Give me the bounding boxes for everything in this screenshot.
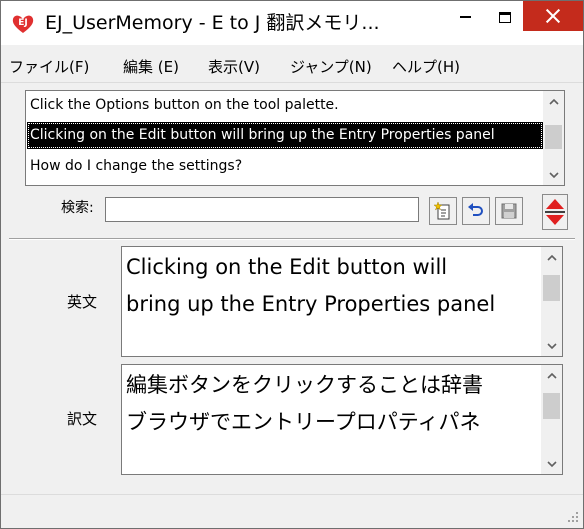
target-text-pane[interactable]: 編集ボタンをクリックすることは辞書 ブラウザでエントリープロパティパネ <box>121 364 563 475</box>
menu-jump[interactable]: ジャンプ(N) <box>290 57 372 77</box>
up-down-arrows-icon[interactable] <box>542 194 568 230</box>
source-text[interactable]: Clicking on the Edit button will bring u… <box>126 249 540 323</box>
ej-app-icon: EJ <box>12 15 34 33</box>
status-bar <box>1 494 583 528</box>
list-scrollbar[interactable] <box>543 91 564 185</box>
close-icon <box>546 9 560 23</box>
chevron-up-icon <box>546 254 557 261</box>
list-item-selected[interactable]: Clicking on the Edit button will bring u… <box>27 122 543 149</box>
scroll-up-button[interactable] <box>543 91 564 111</box>
maximize-button[interactable] <box>485 1 525 33</box>
target-text[interactable]: 編集ボタンをクリックすることは辞書 ブラウザでエントリープロパティパネ <box>126 367 540 441</box>
chevron-up-icon <box>546 372 557 379</box>
list-item[interactable]: Click the Options button on the tool pal… <box>27 92 543 119</box>
search-label: 検索: <box>61 200 94 216</box>
scroll-thumb[interactable] <box>545 125 562 149</box>
save-icon <box>501 203 517 219</box>
menu-file[interactable]: ファイル(F) <box>9 57 89 77</box>
chevron-up-icon <box>548 98 559 105</box>
minimize-button[interactable] <box>445 1 485 33</box>
menu-edit[interactable]: 編集 (E) <box>123 57 179 77</box>
close-button[interactable] <box>523 1 583 31</box>
list-item[interactable]: How do I change the settings? <box>27 153 543 180</box>
target-scrollbar[interactable] <box>541 365 562 474</box>
scroll-down-button[interactable] <box>541 336 562 356</box>
source-text-pane[interactable]: Clicking on the Edit button will bring u… <box>121 246 563 357</box>
maximize-icon <box>499 11 511 23</box>
undo-button[interactable] <box>462 197 490 225</box>
target-line: ブラウザでエントリープロパティパネ <box>126 410 481 434</box>
scroll-up-button[interactable] <box>541 247 562 267</box>
app-window: EJ EJ_UserMemory - E to J 翻訳メモリ... ファイル(… <box>0 0 584 529</box>
window-title: EJ_UserMemory - E to J 翻訳メモリ... <box>45 12 380 34</box>
scroll-down-button[interactable] <box>543 165 564 185</box>
chevron-down-icon <box>546 342 557 349</box>
save-button[interactable] <box>495 197 523 225</box>
result-list[interactable]: Click the Options button on the tool pal… <box>25 90 565 186</box>
scroll-thumb[interactable] <box>543 393 560 419</box>
minimize-icon <box>459 16 471 18</box>
resize-grip-icon[interactable] <box>565 510 579 524</box>
new-entry-button[interactable] <box>429 197 457 225</box>
undo-icon <box>468 203 483 216</box>
divider <box>9 238 575 240</box>
chevron-down-icon <box>546 460 557 467</box>
menu-view[interactable]: 表示(V) <box>208 57 260 77</box>
chevron-down-icon <box>548 171 559 178</box>
svg-text:EJ: EJ <box>18 18 28 28</box>
source-line: bring up the Entry Properties panel <box>126 292 496 316</box>
target-line: 編集ボタンをクリックすることは辞書 <box>126 373 483 397</box>
scroll-thumb[interactable] <box>543 275 560 301</box>
title-bar[interactable]: EJ EJ_UserMemory - E to J 翻訳メモリ... <box>1 1 583 45</box>
menu-help[interactable]: ヘルプ(H) <box>392 57 460 77</box>
search-input[interactable] <box>105 197 419 222</box>
source-label: 英文 <box>67 293 98 311</box>
source-scrollbar[interactable] <box>541 247 562 356</box>
new-entry-icon <box>433 201 450 220</box>
source-line: Clicking on the Edit button will <box>126 255 448 279</box>
scroll-up-button[interactable] <box>541 365 562 385</box>
target-label: 訳文 <box>67 410 98 428</box>
scroll-down-button[interactable] <box>541 454 562 474</box>
menu-bar: ファイル(F) 編集 (E) 表示(V) ジャンプ(N) ヘルプ(H) <box>1 49 583 83</box>
